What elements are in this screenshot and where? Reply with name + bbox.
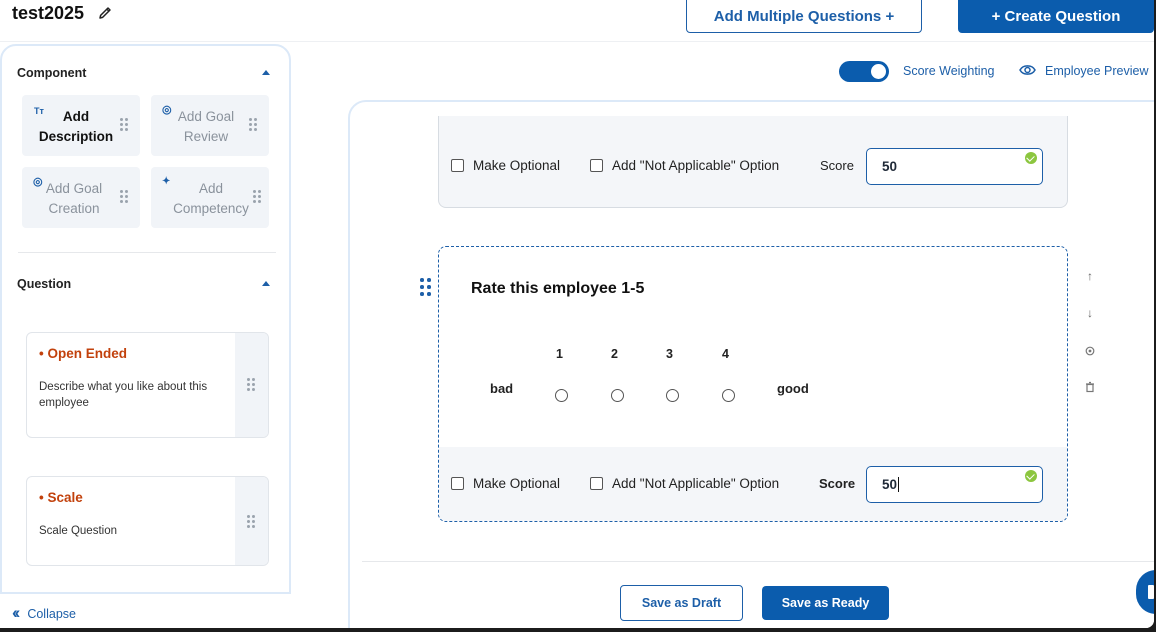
scale-high-label: good	[777, 381, 809, 396]
checkbox[interactable]	[451, 477, 464, 490]
component-tile-add-competency[interactable]: ✦ Add Competency	[151, 167, 269, 228]
form-builder-window: test2025 Add Multiple Questions + + Crea…	[0, 0, 1154, 628]
trash-icon[interactable]	[1084, 381, 1096, 393]
score-weighting-toggle[interactable]	[839, 61, 889, 82]
scale-radio-3[interactable]	[666, 389, 679, 402]
not-applicable-label: Add "Not Applicable" Option	[612, 476, 780, 491]
question-type-open-ended[interactable]: • Open Ended Describe what you like abou…	[26, 332, 269, 438]
component-label: Add Goal Review	[177, 109, 235, 144]
drag-handle-icon[interactable]	[247, 515, 256, 529]
score-weighting-label[interactable]: Score Weighting	[903, 64, 995, 78]
drag-handle-icon[interactable]	[249, 118, 258, 132]
create-question-button[interactable]: + Create Question	[958, 0, 1154, 33]
add-multiple-questions-button[interactable]: Add Multiple Questions +	[686, 0, 922, 33]
scale-point-label: 3	[666, 347, 673, 361]
duplicate-icon[interactable]	[1084, 345, 1096, 357]
question-type-title: • Scale	[39, 490, 83, 505]
question-heading: Question	[17, 277, 72, 291]
drag-handle-icon[interactable]	[247, 378, 256, 392]
not-applicable-checkbox[interactable]: Add "Not Applicable" Option	[590, 476, 779, 491]
make-optional-label: Make Optional	[473, 158, 561, 173]
scale-point-label: 1	[556, 347, 563, 361]
sidebar-divider	[18, 252, 276, 253]
question-drag-handle[interactable]	[235, 333, 268, 437]
save-as-draft-button[interactable]: Save as Draft	[620, 585, 743, 621]
drag-handle-icon[interactable]	[253, 190, 262, 204]
valid-check-icon	[1025, 152, 1037, 164]
component-label: Add Goal Creation	[45, 181, 103, 216]
question-type-title: • Open Ended	[39, 346, 127, 361]
not-applicable-label: Add "Not Applicable" Option	[612, 158, 780, 173]
pencil-edit-icon[interactable]	[97, 5, 113, 21]
save-as-ready-button[interactable]: Save as Ready	[762, 586, 889, 620]
sidebar: Component Tт Add Description ◎ Add Goal …	[0, 44, 291, 594]
make-optional-checkbox[interactable]: Make Optional	[451, 158, 560, 173]
checkbox[interactable]	[590, 477, 603, 490]
component-heading: Component	[17, 66, 87, 80]
scale-radio-1[interactable]	[555, 389, 568, 402]
component-tile-add-goal-review[interactable]: ◎ Add Goal Review	[151, 95, 269, 156]
form-title: test2025	[12, 3, 85, 23]
employee-preview-link[interactable]: Employee Preview	[1045, 64, 1149, 78]
scale-point-label: 2	[611, 347, 618, 361]
question-type-description: Describe what you like about this employ…	[39, 381, 208, 409]
question-title[interactable]: Rate this employee 1-5	[471, 280, 644, 298]
eye-icon[interactable]	[1019, 63, 1036, 77]
score-value: 50	[882, 159, 898, 174]
score-value: 50	[882, 477, 898, 492]
score-label: Score	[820, 158, 854, 173]
make-optional-checkbox[interactable]: Make Optional	[451, 476, 560, 491]
score-label: Score	[819, 476, 856, 491]
score-input[interactable]: 50	[866, 466, 1043, 503]
drag-handle-icon[interactable]	[120, 118, 129, 132]
component-tile-add-description[interactable]: Tт Add Description	[22, 95, 140, 156]
move-down-arrow-icon[interactable]: ↓	[1084, 306, 1096, 320]
component-collapse-caret-icon[interactable]	[262, 70, 270, 75]
move-up-arrow-icon[interactable]: ↑	[1084, 269, 1096, 283]
question-type-description: Scale Question	[39, 525, 117, 537]
drag-handle-icon[interactable]	[120, 190, 129, 204]
component-label: Add Description	[38, 109, 114, 144]
scale-radio-4[interactable]	[722, 389, 735, 402]
checkbox[interactable]	[590, 159, 603, 172]
double-chevron-left-icon: ‹‹	[12, 603, 21, 622]
make-optional-label: Make Optional	[473, 476, 561, 491]
component-label: Add Competency	[173, 181, 249, 216]
footer-divider	[362, 561, 1154, 562]
checkbox[interactable]	[451, 159, 464, 172]
question-drag-handle-icon[interactable]	[420, 278, 432, 296]
valid-check-icon	[1025, 470, 1037, 482]
question-collapse-caret-icon[interactable]	[262, 281, 270, 286]
not-applicable-checkbox[interactable]: Add "Not Applicable" Option	[590, 158, 779, 173]
collapse-sidebar-button[interactable]: ‹‹ Collapse	[12, 603, 76, 623]
score-input[interactable]: 50	[866, 148, 1043, 185]
scale-radio-2[interactable]	[611, 389, 624, 402]
text-cursor	[898, 477, 900, 492]
top-bar: test2025 Add Multiple Questions + + Crea…	[0, 0, 1154, 42]
scale-low-label: bad	[490, 381, 514, 396]
scale-point-label: 4	[722, 347, 729, 361]
collapse-label: Collapse	[27, 607, 76, 621]
question-type-scale[interactable]: • Scale Scale Question	[26, 476, 269, 566]
component-tile-add-goal-creation[interactable]: ◎ Add Goal Creation	[22, 167, 140, 228]
question-drag-handle[interactable]	[235, 477, 268, 565]
